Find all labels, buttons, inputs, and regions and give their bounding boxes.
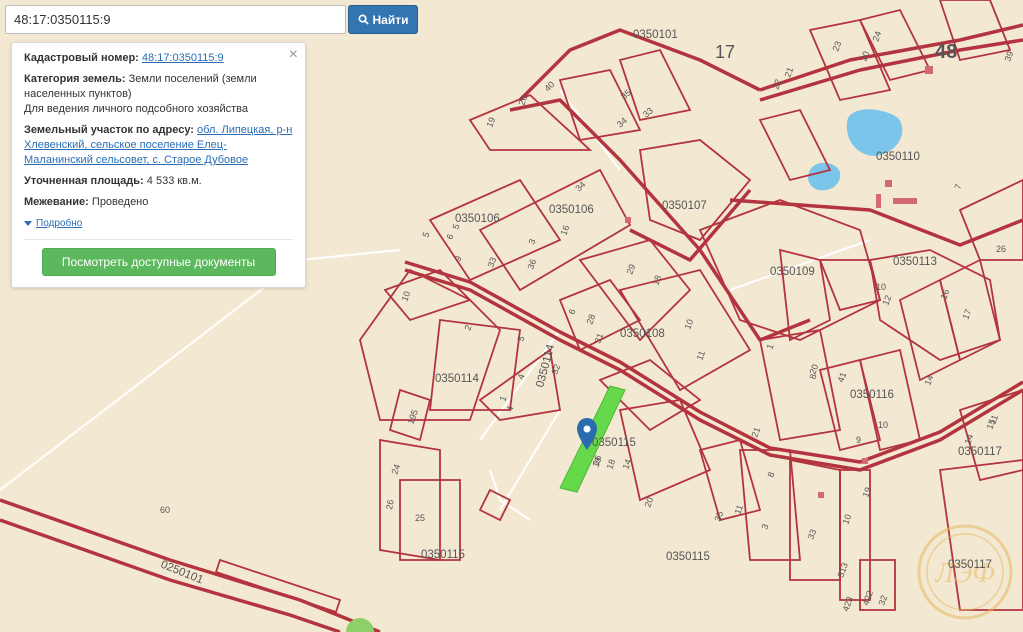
parcel-number: 9 [856, 435, 861, 445]
search-icon [358, 14, 369, 25]
quarter-label: 0350108 [620, 328, 665, 340]
cadastral-number-link[interactable]: 48:17:0350115:9 [142, 52, 224, 64]
address-label: Земельный участок по адресу: [24, 124, 194, 136]
close-icon[interactable]: × [289, 47, 298, 63]
details-toggle[interactable]: Подробно [24, 216, 293, 231]
region-label: 48 [935, 41, 957, 63]
address-row: Земельный участок по адресу: обл. Липецк… [24, 123, 293, 168]
chevron-down-icon [24, 221, 32, 226]
parcel-number: 25 [415, 513, 425, 523]
region-label: 17 [715, 42, 735, 62]
area-row: Уточненная площадь: 4 533 кв.м. [24, 174, 293, 189]
quarter-label: 0350107 [662, 200, 707, 212]
land-category-row: Категория земель: Земли поселений (земли… [24, 72, 293, 117]
quarter-label: 0350106 [455, 213, 500, 225]
parcel-number: 10 [876, 282, 886, 292]
area-value: 4 533 кв.м. [146, 175, 202, 187]
parcel-number: 26 [996, 244, 1006, 254]
quarter-label: 0350101 [633, 29, 678, 41]
survey-value: Проведено [91, 196, 149, 208]
parcel-info-panel: × Кадастровый номер: 48:17:0350115:9 Кат… [11, 42, 306, 288]
quarter-label: 0350117 [958, 446, 1002, 458]
quarter-label: 0350115 [666, 551, 710, 563]
parcel-number: 60 [160, 505, 170, 515]
quarter-label: 0350115 [592, 437, 636, 449]
quarter-label: 0350115 [421, 549, 465, 561]
quarter-label: 0350106 [549, 204, 594, 216]
land-category-label: Категория земель: [24, 73, 126, 85]
quarter-label: 0350114 [435, 373, 480, 385]
quarter-label: 0350117 [948, 559, 992, 571]
divider [24, 239, 293, 240]
quarter-label: 0350110 [876, 151, 920, 163]
survey-row: Межевание: Проведено [24, 195, 293, 210]
survey-label: Межевание: [24, 196, 89, 208]
quarter-label: 0350116 [850, 389, 894, 401]
parcel-number: 26 [384, 499, 396, 511]
view-documents-button[interactable]: Посмотреть доступные документы [41, 248, 276, 276]
cadastral-number-row: Кадастровый номер: 48:17:0350115:9 [24, 51, 293, 66]
cadastral-number-label: Кадастровый номер: [24, 52, 139, 64]
search-button-label: Найти [372, 12, 409, 27]
details-link[interactable]: Подробно [36, 216, 82, 231]
parcel-number: 10 [878, 420, 888, 430]
cadastral-search-input[interactable] [5, 5, 346, 34]
quarter-label: 0350109 [770, 266, 815, 278]
area-label: Уточненная площадь: [24, 175, 144, 187]
land-purpose-value: Для ведения личного подсобного хозяйства [24, 103, 248, 115]
search-button[interactable]: Найти [348, 5, 418, 34]
quarter-label: 0350113 [893, 256, 937, 268]
